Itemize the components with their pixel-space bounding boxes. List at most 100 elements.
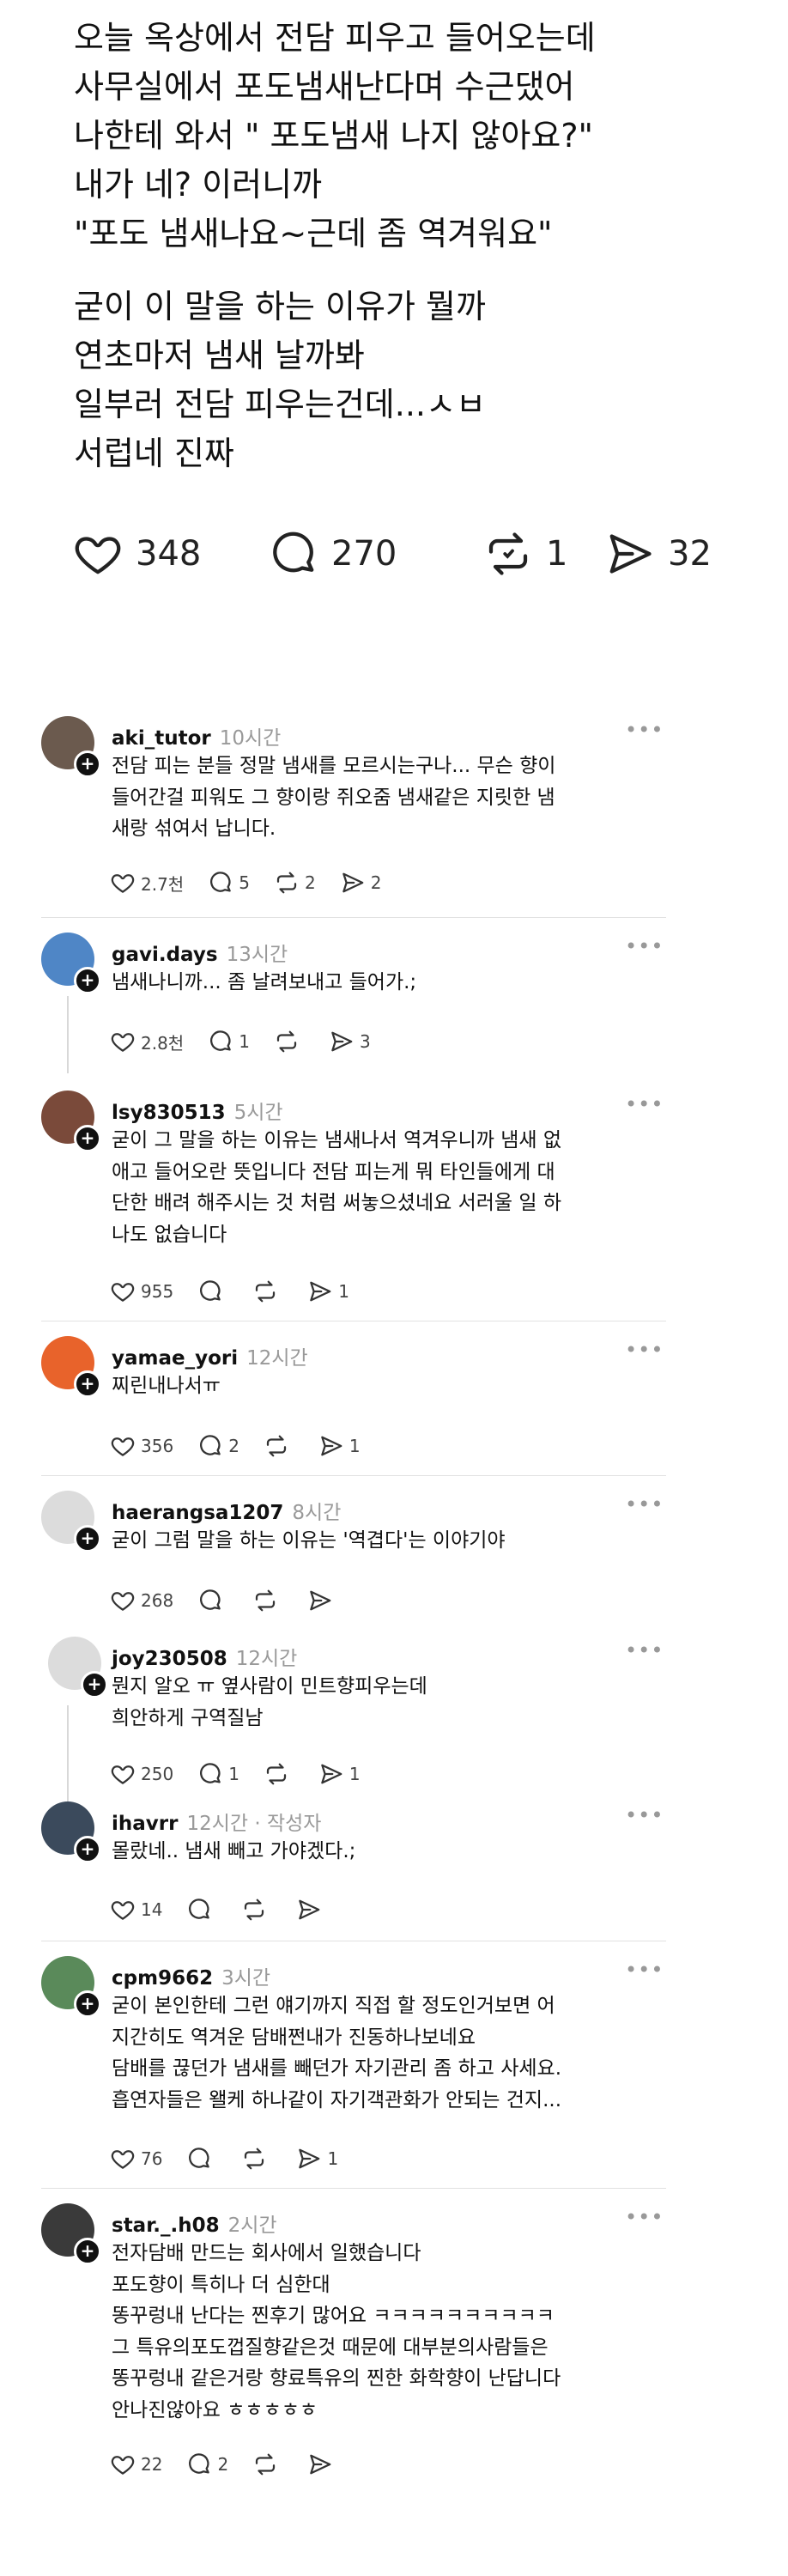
username[interactable]: haerangsa1207 8시간 — [112, 1496, 341, 1525]
username[interactable]: cpm9662 3시간 — [112, 1961, 270, 1990]
comment-share-button[interactable] — [307, 2451, 338, 2477]
comment-like-button[interactable]: 250 — [110, 1761, 173, 1787]
comment-repost-button[interactable] — [241, 1897, 272, 1923]
comment-like-button[interactable]: 76 — [110, 2146, 162, 2172]
follow-plus-icon[interactable]: + — [74, 1525, 101, 1552]
comment-text: 찌린내나서ㅠ — [112, 1375, 221, 1397]
comment-reply-button[interactable] — [186, 1897, 217, 1923]
follow-plus-icon[interactable]: + — [74, 1125, 101, 1152]
like-count: 268 — [141, 1590, 174, 1611]
comment-repost-button[interactable] — [264, 1761, 294, 1787]
username[interactable]: gavi.days 13시간 — [112, 938, 288, 967]
comment-like-button[interactable]: 22 — [110, 2451, 162, 2477]
username[interactable]: ihavrr 12시간 · 작성자 — [112, 1807, 321, 1836]
send-icon — [299, 2148, 320, 2169]
username[interactable]: star._.h08 2시간 — [112, 2208, 277, 2238]
like-count: 348 — [136, 534, 202, 574]
comment-share-button[interactable]: 1 — [318, 1433, 361, 1459]
username[interactable]: joy230508 12시간 — [112, 1642, 297, 1671]
reply-button[interactable]: 270 — [268, 524, 397, 584]
comment-repost-button[interactable] — [274, 1029, 305, 1054]
comment-repost-button[interactable] — [241, 2146, 272, 2172]
comment-reply-button[interactable]: 1 — [208, 1029, 250, 1054]
follow-plus-icon[interactable]: + — [74, 1990, 101, 2018]
comment-share-button[interactable]: 1 — [318, 1761, 361, 1787]
repost-icon — [256, 2453, 276, 2476]
like-button[interactable]: 348 — [72, 524, 201, 584]
more-options-button[interactable]: ••• — [625, 1338, 664, 1362]
post-line: 내가 네? 이러니까 — [74, 166, 323, 204]
follow-plus-icon[interactable]: + — [74, 1370, 101, 1398]
repost-icon — [245, 2148, 264, 2170]
comment-like-button[interactable]: 2.8천 — [110, 1029, 184, 1054]
more-options-button[interactable]: ••• — [625, 934, 664, 958]
more-options-button[interactable]: ••• — [625, 1492, 664, 1516]
comment-reply-button[interactable] — [197, 1279, 228, 1304]
comment-like-button[interactable]: 356 — [110, 1433, 173, 1459]
comment-repost-button[interactable] — [252, 2451, 283, 2477]
comment-share-button[interactable] — [307, 1588, 338, 1613]
reply-icon — [189, 2453, 210, 2474]
reply-count: 1 — [239, 1031, 250, 1052]
post-line: 사무실에서 포도냄새난다며 수근댔어 — [74, 68, 575, 106]
heart-icon — [111, 1033, 135, 1052]
comment-share-button[interactable]: 1 — [296, 2146, 338, 2172]
comment-repost-button[interactable] — [252, 1279, 283, 1304]
more-options-button[interactable]: ••• — [625, 1958, 664, 1982]
comment-reply-button[interactable]: 2 — [197, 1433, 239, 1459]
timestamp: 13시간 — [226, 944, 288, 966]
post-line: "포도 냄새나요~근데 좀 역겨워요" — [74, 215, 553, 252]
send-icon — [310, 1281, 331, 1302]
heart-icon — [111, 2150, 135, 2169]
follow-plus-icon[interactable]: + — [74, 750, 101, 778]
comment-share-button[interactable]: 1 — [307, 1279, 349, 1304]
comment-stats: 2.8천 1 3 — [110, 1026, 395, 1057]
comment-like-button[interactable]: 268 — [110, 1588, 173, 1613]
comment-reply-button[interactable] — [186, 2146, 217, 2172]
follow-plus-icon[interactable]: + — [74, 2238, 101, 2265]
repost-count: 2 — [304, 872, 316, 893]
comment-like-button[interactable]: 955 — [110, 1279, 173, 1304]
repost-count: 1 — [546, 534, 568, 574]
comment-share-button[interactable]: 2 — [340, 870, 381, 896]
thread-line — [67, 1705, 69, 1803]
heart-icon — [111, 1592, 135, 1611]
comment-text: 굳이 그럼 말을 하는 이유는 '역겹다'는 이야기야 — [112, 1529, 506, 1552]
comment-reply-button[interactable]: 5 — [208, 870, 250, 896]
comment-repost-button[interactable] — [264, 1433, 294, 1459]
like-count: 14 — [141, 1899, 163, 1920]
more-options-button[interactable]: ••• — [625, 1803, 664, 1827]
follow-plus-icon[interactable]: + — [74, 967, 101, 994]
comment-text: 몰랐네.. 냄새 빼고 가야겠다.; — [112, 1840, 356, 1862]
repost-button[interactable]: 1 — [482, 524, 567, 584]
more-options-button[interactable]: ••• — [625, 718, 664, 742]
share-count: 3 — [359, 1031, 371, 1052]
reply-icon — [200, 1763, 221, 1783]
comment-like-button[interactable]: 14 — [110, 1897, 162, 1923]
comment-share-button[interactable]: 3 — [329, 1029, 371, 1054]
timestamp: 3시간 — [221, 1967, 271, 1990]
follow-plus-icon[interactable]: + — [74, 1836, 101, 1863]
reply-icon — [200, 1589, 221, 1610]
follow-plus-icon[interactable]: + — [81, 1671, 108, 1698]
comment-stats: 268 — [110, 1585, 362, 1616]
repost-icon — [276, 1030, 297, 1053]
comment-share-button[interactable] — [296, 1897, 327, 1923]
send-icon — [310, 2454, 331, 2475]
more-options-button[interactable]: ••• — [625, 1092, 664, 1116]
username[interactable]: lsy830513 5시간 — [112, 1096, 283, 1125]
divider — [41, 2188, 666, 2189]
more-options-button[interactable]: ••• — [625, 2205, 664, 2229]
more-options-button[interactable]: ••• — [625, 1638, 664, 1662]
comment-reply-button[interactable] — [197, 1588, 228, 1613]
username[interactable]: aki_tutor 10시간 — [112, 721, 281, 750]
comment-repost-button[interactable] — [252, 1588, 283, 1613]
comment-repost-button[interactable]: 2 — [274, 870, 316, 896]
comment-like-button[interactable]: 2.7천 — [110, 870, 184, 896]
username[interactable]: yamae_yori 12시간 — [112, 1341, 308, 1370]
comment-reply-button[interactable]: 2 — [186, 2451, 228, 2477]
share-button[interactable]: 32 — [604, 524, 712, 584]
username-text: aki_tutor — [112, 727, 211, 750]
comment-reply-button[interactable]: 1 — [197, 1761, 239, 1787]
like-count: 250 — [141, 1764, 174, 1784]
